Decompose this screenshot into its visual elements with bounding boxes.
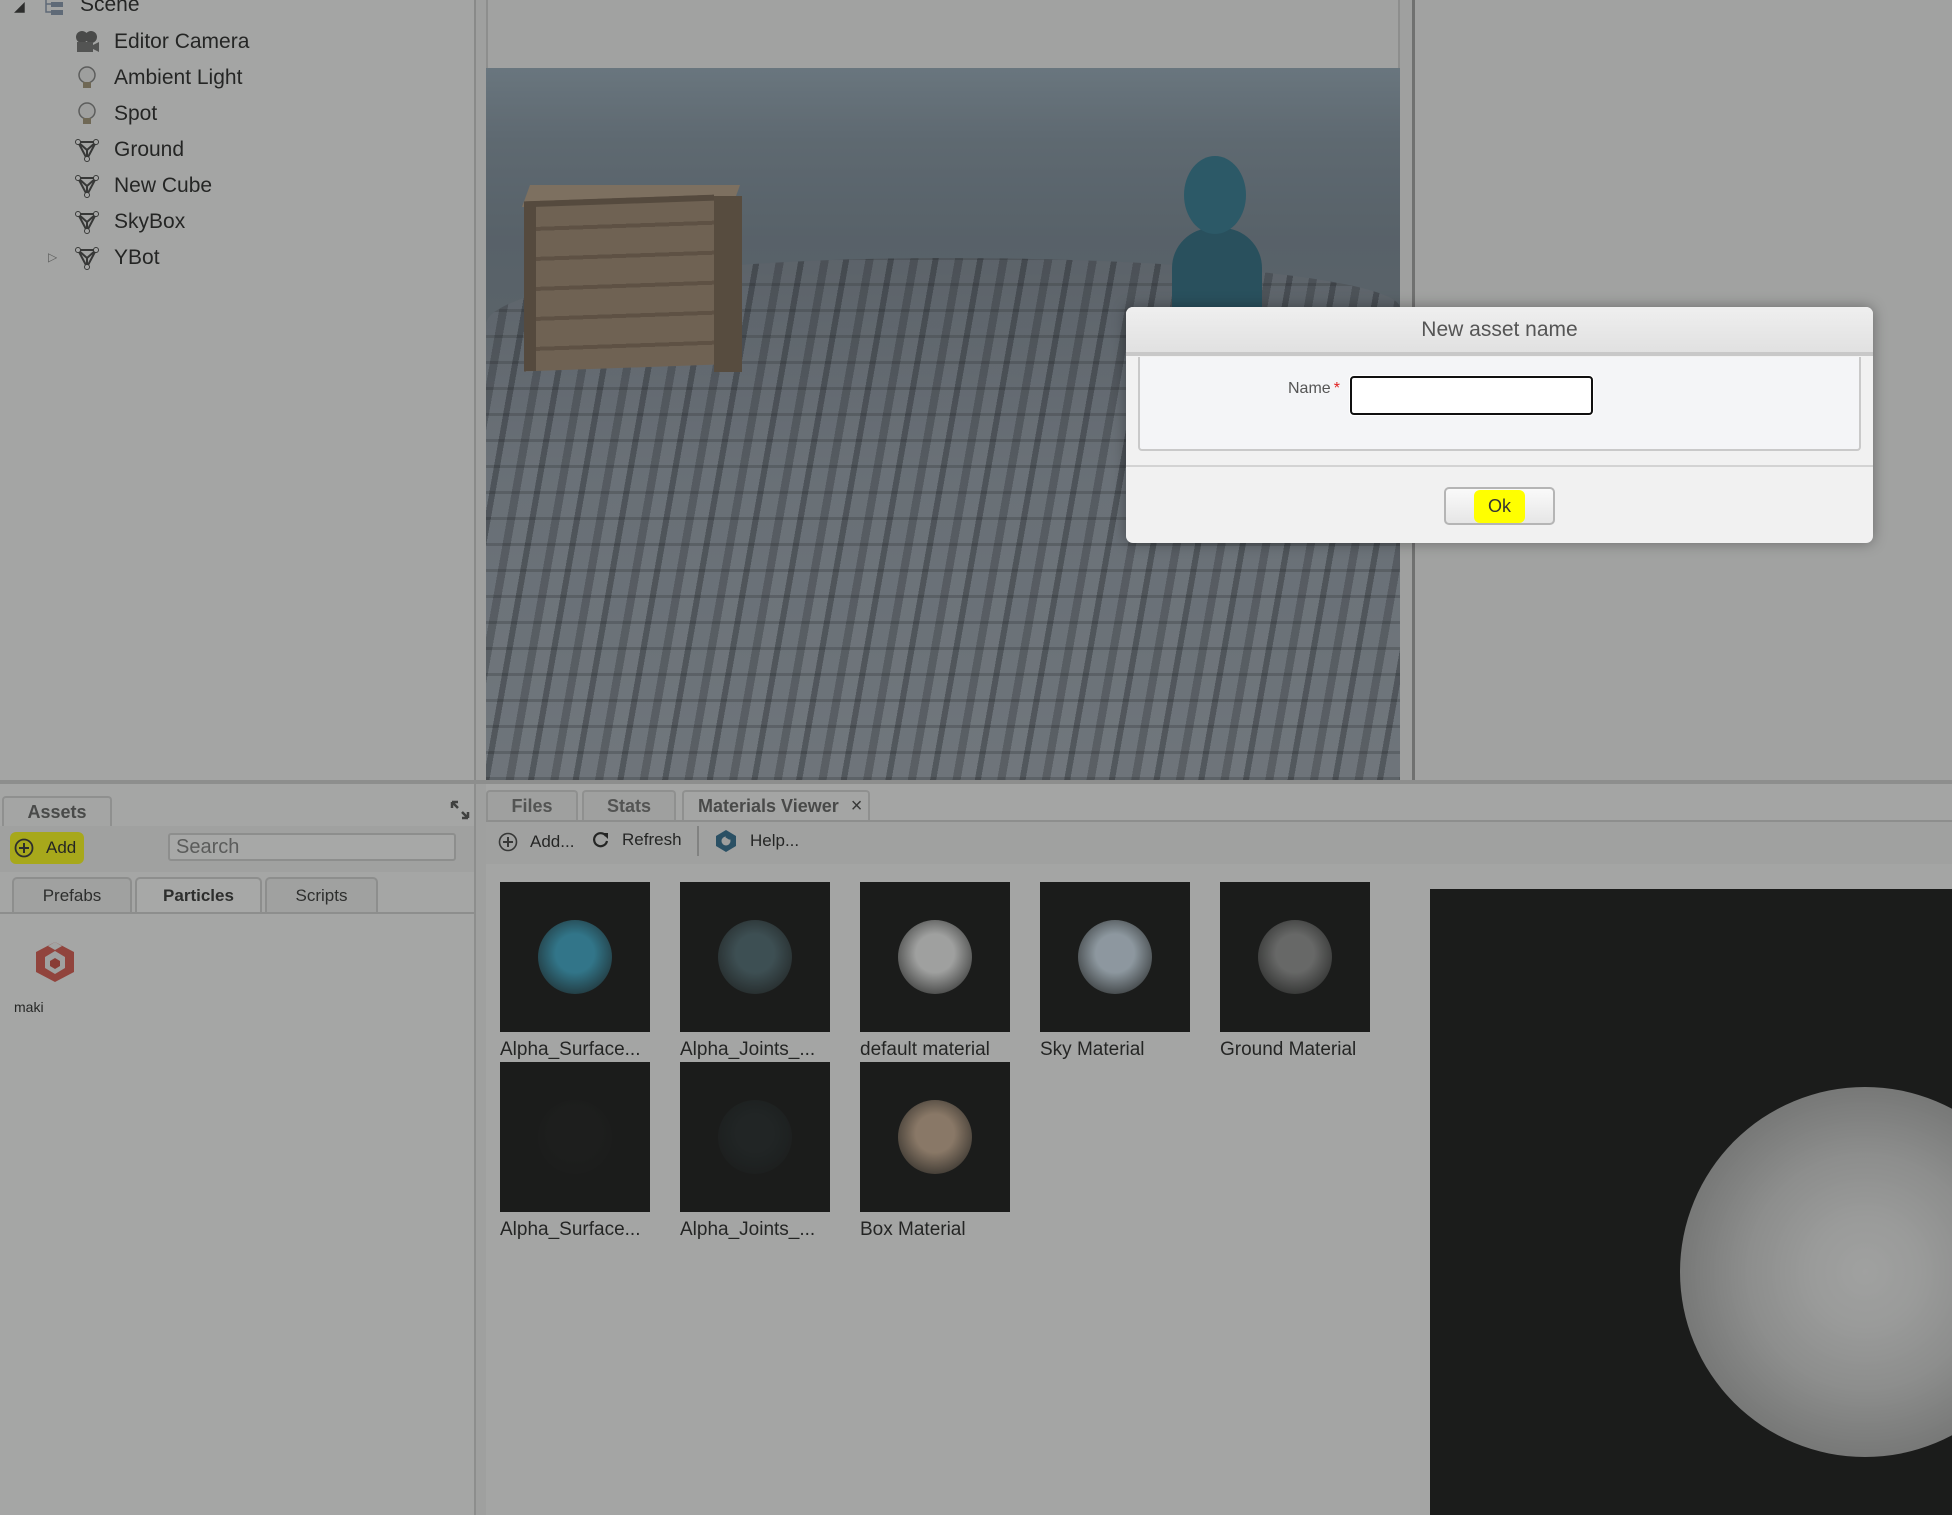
dialog-title: New asset name (1126, 307, 1873, 356)
asset-name-input[interactable] (1349, 375, 1594, 416)
modal-backdrop[interactable] (0, 0, 1952, 1515)
name-field-label: Name * (1288, 380, 1340, 398)
ok-button[interactable]: Ok (1444, 487, 1555, 525)
required-indicator: * (1333, 380, 1340, 397)
ok-label: Ok (1473, 489, 1525, 523)
dialog-separator (1126, 465, 1873, 467)
name-label-text: Name (1288, 380, 1331, 397)
